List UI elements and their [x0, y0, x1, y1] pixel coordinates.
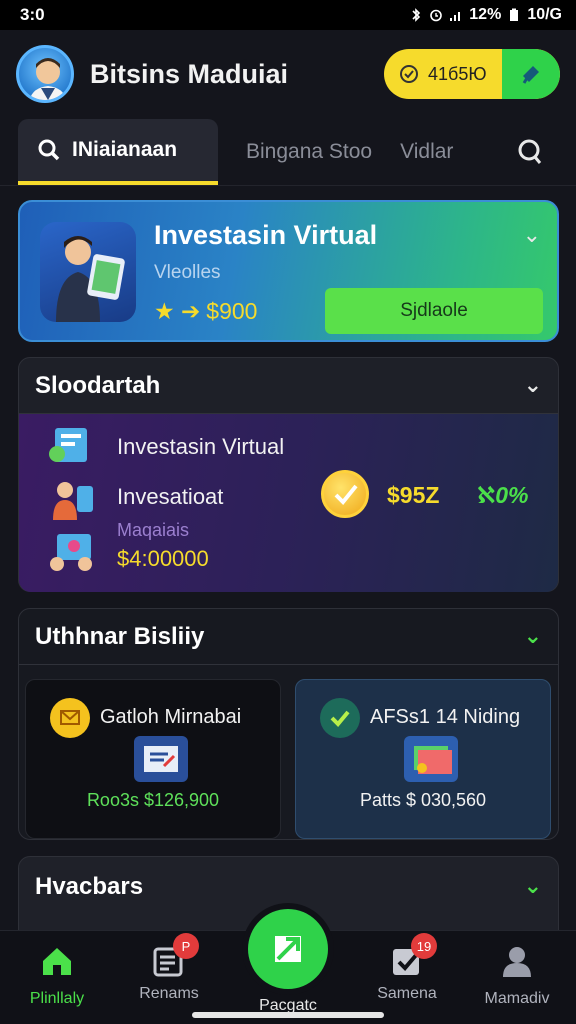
send-icon [275, 936, 301, 962]
section-small-label: Maqaiais [117, 520, 190, 540]
status-icons: 12% 10/G [409, 6, 562, 24]
nav-items-icon-wrap: P [151, 933, 199, 979]
investment-amount: $95Z [387, 482, 440, 508]
alarm-icon [430, 9, 443, 22]
network-label: 10/G [527, 6, 562, 23]
chevron-down-icon[interactable]: ⌄ [524, 623, 542, 649]
utility-card-right-value: Patts $ 030,560 [359, 790, 487, 810]
list-item[interactable]: Invesatioat [117, 484, 223, 510]
clock-icon [400, 65, 418, 83]
nav-profile-label: Mamadiv [484, 990, 550, 1007]
status-time: 3:0 [20, 5, 45, 24]
home-icon [43, 948, 71, 975]
user-avatar-icon [29, 58, 67, 100]
section-utilities-header[interactable]: Uthhnar Bisliiy ⌄ [19, 609, 558, 665]
pill-action-button[interactable] [502, 49, 560, 99]
nav-tasks-label: Samena [377, 985, 437, 1002]
bluetooth-icon [412, 8, 421, 22]
utility-card-right[interactable]: AFSs1 14 Niding Patts $ 030,560 [295, 679, 551, 839]
tab-bar: INiaianaan Bingana Stoo Vidlar [0, 118, 576, 186]
bottom-nav: Plinllaly P Renams Pacgatc 19 Samena Mam… [0, 909, 576, 1024]
search-icon [38, 139, 60, 160]
person-tablet-icon [56, 236, 125, 322]
utility-card-left[interactable]: Gatloh Mirnabai Roo3s $126,900 [25, 679, 281, 839]
home-indicator[interactable] [192, 1012, 384, 1018]
people-screen-icon [50, 534, 92, 571]
chevron-down-icon[interactable]: ⌄ [524, 372, 542, 398]
tab-search-icon[interactable] [514, 136, 546, 168]
balance-value: 41б5Ю [428, 63, 487, 84]
hero-card[interactable]: Investasin Virtual Vleolles ★ ➔ $900 Sjd… [18, 200, 559, 342]
section-money: $4:00000 [117, 546, 209, 571]
status-bar: 3:0 12% 10/G [0, 0, 576, 30]
signal-icon [450, 12, 461, 21]
utility-card-left-title: Gatloh Mirnabai [100, 706, 242, 728]
section-investments-header[interactable]: Sloodartah ⌄ [19, 358, 558, 414]
investment-percent: ℵ0% [477, 482, 529, 508]
hero-subtitle: Vleolles [154, 262, 221, 283]
balance-pill[interactable]: 41б5Ю [384, 49, 560, 99]
mail-icon [50, 698, 90, 738]
center-action-button[interactable] [248, 909, 328, 989]
person-phone-icon [53, 482, 93, 520]
section-hvacbars-title: Hvacbars [35, 873, 144, 900]
nav-tasks-badge: 19 [411, 933, 437, 959]
nav-items-label: Renams [139, 985, 199, 1002]
nav-home[interactable]: Plinllaly [2, 943, 112, 1008]
tab-active[interactable]: INiaianaan [18, 118, 218, 185]
app-header: Bitsins Maduiai 41б5Ю [0, 30, 576, 118]
list-item[interactable]: Investasin Virtual [117, 434, 284, 460]
section-investments-title: Sloodartah [35, 371, 161, 399]
hero-amount-value: $900 [206, 298, 258, 324]
tab-third[interactable]: Vidlar [400, 140, 453, 164]
utility-card-left-value: Roo3s $126,900 [86, 790, 220, 810]
coin-icon [321, 470, 369, 518]
nav-home-label: Plinllaly [29, 990, 85, 1007]
nav-tasks-icon-wrap: 19 [389, 933, 437, 979]
section-investments: Sloodartah ⌄ Investasin Virtual Invesati… [18, 357, 559, 592]
nav-profile[interactable]: Mamadiv [462, 943, 572, 1008]
check-badge-icon [320, 698, 360, 738]
utility-card-right-title: AFSs1 14 Niding [370, 706, 521, 728]
card-stack-icon [404, 736, 458, 782]
invoice-icon [134, 736, 188, 782]
hero-amount: ★ ➔ $900 [154, 298, 257, 325]
nav-center[interactable]: Pacgatc [233, 909, 343, 1015]
battery-icon [510, 8, 519, 21]
chevron-down-icon[interactable]: ⌄ [523, 222, 541, 248]
avatar[interactable] [16, 45, 74, 103]
section-utilities: Uthhnar Bisliiy ⌄ Gatloh Mirnabai Roo3s … [18, 608, 559, 840]
section-hvacbars-header[interactable]: Hvacbars ⌄ [19, 857, 558, 917]
nav-tasks[interactable]: 19 Samena [352, 933, 462, 1003]
nav-items[interactable]: P Renams [114, 933, 224, 1003]
chart-doc-icon [49, 428, 87, 462]
tab-second[interactable]: Bingana Stoo [246, 140, 372, 164]
hero-illustration [40, 222, 136, 322]
battery-percent: 12% [469, 6, 502, 23]
hero-action-button[interactable]: Sjdlaole [325, 288, 543, 334]
section-investments-body: Investasin Virtual Invesatioat Maqaiais … [19, 414, 558, 592]
nav-items-badge: P [173, 933, 199, 959]
chevron-down-icon[interactable]: ⌄ [524, 873, 542, 899]
person-icon [503, 947, 531, 977]
star-icon: ★ ➔ [154, 298, 201, 324]
section-utilities-title: Uthhnar Bisliiy [35, 622, 205, 650]
hero-title: Investasin Virtual [154, 220, 378, 250]
tab-active-label: INiaianaan [72, 137, 178, 161]
megaphone-icon [522, 66, 539, 84]
app-title: Bitsins Maduiai [90, 58, 289, 89]
